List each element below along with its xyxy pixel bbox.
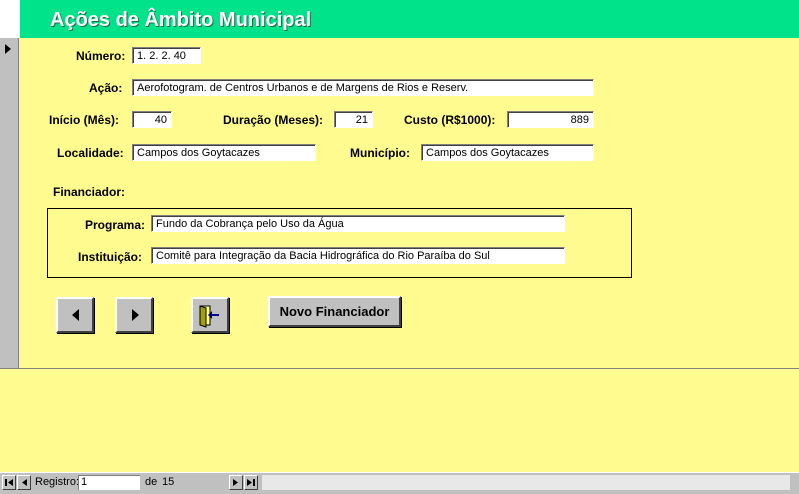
duracao-label: Duração (Meses):: [223, 113, 324, 127]
municipio-field[interactable]: Campos dos Goytacazes: [421, 144, 594, 161]
instituicao-field[interactable]: Comitê para Integração da Bacia Hidrográ…: [151, 247, 565, 264]
duracao-field[interactable]: 21: [334, 111, 373, 128]
novo-financiador-label: Novo Financiador: [279, 304, 390, 319]
last-record-button[interactable]: [244, 475, 258, 490]
record-navigation-bar: Registro: 1 de 15: [0, 472, 799, 494]
custo-field[interactable]: 889: [507, 111, 594, 128]
record-selector[interactable]: [0, 38, 19, 368]
triangle-left-icon: [72, 309, 79, 321]
current-record-input[interactable]: 1: [78, 475, 140, 490]
localidade-field[interactable]: Campos dos Goytacazes: [132, 144, 316, 161]
previous-record-button[interactable]: [56, 297, 94, 333]
current-record-arrow-icon: [5, 44, 11, 54]
novo-financiador-button[interactable]: Novo Financiador: [268, 296, 401, 327]
of-label: de: [145, 476, 158, 488]
localidade-label: Localidade:: [57, 146, 124, 160]
numero-field[interactable]: 1. 2. 2. 40: [132, 47, 201, 64]
instituicao-label: Instituição:: [78, 250, 143, 264]
municipio-label: Município:: [350, 146, 410, 160]
inicio-label: Início (Mês):: [49, 113, 120, 127]
page-title: Ações de Âmbito Municipal: [50, 9, 312, 31]
triangle-right-icon: [132, 309, 139, 321]
form-footer-area: [0, 369, 799, 472]
exit-door-icon: [199, 305, 219, 328]
header-left-strip: [0, 0, 20, 38]
next-record-nav-button[interactable]: [229, 475, 243, 490]
acao-label: Ação:: [89, 81, 123, 95]
inicio-field[interactable]: 40: [132, 111, 172, 128]
programa-label: Programa:: [85, 218, 146, 232]
registro-label: Registro:: [35, 476, 80, 488]
numero-label: Número:: [76, 49, 126, 63]
custo-label: Custo (R$1000):: [404, 113, 496, 127]
programa-field[interactable]: Fundo da Cobrança pelo Uso da Água: [151, 215, 565, 232]
prev-record-nav-button[interactable]: [17, 475, 31, 490]
prev-record-icon: [22, 479, 27, 486]
horizontal-scrollbar[interactable]: [262, 475, 790, 490]
form-header: Ações de Âmbito Municipal: [20, 0, 799, 39]
exit-button[interactable]: [191, 297, 229, 333]
next-record-button[interactable]: [115, 297, 153, 333]
financiador-label: Financiador:: [53, 185, 126, 199]
first-record-button[interactable]: [2, 475, 16, 490]
total-records: 15: [162, 476, 175, 488]
last-record-icon: [247, 479, 255, 486]
next-record-icon: [233, 479, 238, 486]
first-record-icon: [5, 479, 13, 486]
acao-field[interactable]: Aerofotogram. de Centros Urbanos e de Ma…: [132, 79, 594, 96]
form-window: Ações de Âmbito Municipal Número: 1. 2. …: [0, 0, 799, 494]
